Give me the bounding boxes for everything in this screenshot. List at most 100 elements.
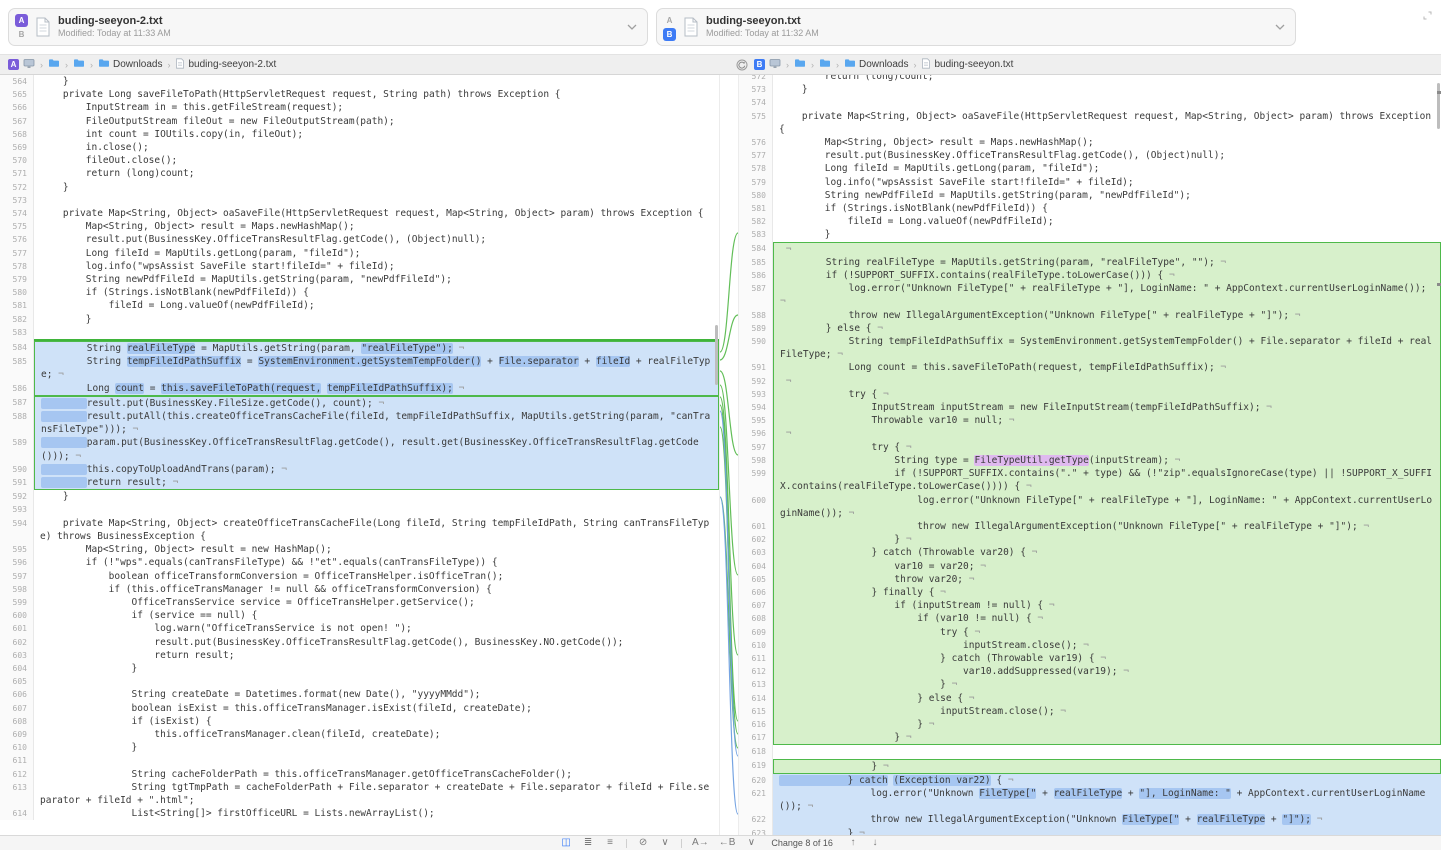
- newline-marker: ¬: [802, 801, 813, 812]
- code-line[interactable]: 601 throw new IllegalArgumentException("…: [739, 520, 1441, 533]
- code-line[interactable]: 593 try { ¬: [739, 388, 1441, 401]
- code-line[interactable]: 614 } else { ¬: [739, 692, 1441, 705]
- code-line[interactable]: 613 } ¬: [739, 678, 1441, 691]
- breadcrumb-item-folder[interactable]: [794, 58, 806, 71]
- computer-icon: [23, 58, 35, 72]
- expand-icon[interactable]: [1422, 8, 1433, 26]
- breadcrumb-item-computer[interactable]: [769, 58, 781, 72]
- code-line[interactable]: 598 String type = FileTypeUtil.getType(i…: [739, 454, 1441, 467]
- code-line[interactable]: 617 } ¬: [739, 731, 1441, 745]
- code-line[interactable]: 594 InputStream inputStream = new FileIn…: [739, 401, 1441, 414]
- previous-change-button[interactable]: ↑: [847, 838, 859, 848]
- chevron-down-icon[interactable]: [1275, 24, 1285, 30]
- code-text: result.putAll(this.createOfficeTransCach…: [34, 410, 719, 436]
- refresh-icon[interactable]: [736, 59, 748, 71]
- newline-marker: ¬: [1003, 415, 1014, 426]
- code-line[interactable]: 612 var10.addSuppressed(var19); ¬: [739, 665, 1441, 678]
- code-line[interactable]: 595 Throwable var10 = null; ¬: [739, 414, 1441, 427]
- code-line[interactable]: 589 param.put(BusinessKey.OfficeTransRes…: [0, 436, 719, 462]
- scrollbar-thumb[interactable]: [1437, 83, 1440, 129]
- code-line[interactable]: 590 String tempFileIdPathSuffix = System…: [739, 335, 1441, 361]
- breadcrumb-item-buding-seeyon-2-txt[interactable]: buding-seeyon-2.txt: [175, 58, 276, 72]
- code-text: ¬: [773, 427, 1441, 440]
- newline-marker: ¬: [167, 477, 178, 488]
- slot-a-badge[interactable]: A: [663, 14, 676, 27]
- line-number: 568: [0, 128, 34, 141]
- code-line[interactable]: 587 log.error("Unknown FileType[" + real…: [739, 282, 1441, 308]
- ignore-changes-icon[interactable]: ⊘: [637, 838, 649, 848]
- code-line[interactable]: 603 } catch (Throwable var20) { ¬: [739, 546, 1441, 559]
- breadcrumb-label: Downloads: [859, 59, 908, 70]
- changed-token-highlight: [41, 437, 87, 448]
- code-line[interactable]: 604 var10 = var20; ¬: [739, 560, 1441, 573]
- code-text: String cacheFolderPath = this.officeTran…: [34, 768, 719, 781]
- breadcrumb-item-folder[interactable]: [819, 58, 831, 71]
- unified-view-icon[interactable]: ≡: [604, 838, 616, 848]
- code-line: 573: [0, 194, 719, 207]
- merge-options-chevron-icon[interactable]: ∨: [745, 838, 757, 848]
- newline-marker: ¬: [923, 719, 934, 730]
- next-change-button[interactable]: ↓: [869, 838, 881, 848]
- code-line[interactable]: 605 throw var20; ¬: [739, 573, 1441, 586]
- code-line[interactable]: 607 if (inputStream != null) { ¬: [739, 599, 1441, 612]
- code-line[interactable]: 589 } else { ¬: [739, 322, 1441, 335]
- code-line[interactable]: 592 ¬: [739, 375, 1441, 388]
- breadcrumb-item-folder[interactable]: [48, 58, 60, 71]
- code-line[interactable]: 597 try { ¬: [739, 441, 1441, 454]
- code-line[interactable]: 586 if (!SUPPORT_SUFFIX.contains(realFil…: [739, 269, 1441, 282]
- code-line[interactable]: 619 } ¬: [739, 759, 1441, 774]
- code-line[interactable]: 620 } catch (Exception var22) { ¬: [739, 774, 1441, 787]
- slot-a-badge[interactable]: A: [15, 14, 28, 27]
- code-line[interactable]: 611 } catch (Throwable var19) { ¬: [739, 652, 1441, 665]
- code-line[interactable]: 585 String tempFileIdPathSuffix = System…: [0, 355, 719, 381]
- code-line[interactable]: 591 return result; ¬: [0, 476, 719, 490]
- code-line[interactable]: 609 try { ¬: [739, 626, 1441, 639]
- code-line[interactable]: 586 Long count = this.saveFileToPath(req…: [0, 382, 719, 396]
- code-line[interactable]: 610 inputStream.close(); ¬: [739, 639, 1441, 652]
- file-card-a[interactable]: A B buding-seeyon-2.txt Modified: Today …: [8, 8, 648, 46]
- line-number: 611: [0, 754, 34, 767]
- code-line: 593: [0, 503, 719, 516]
- breadcrumb-item-buding-seeyon-txt[interactable]: buding-seeyon.txt: [921, 58, 1013, 72]
- copy-a-to-b-icon[interactable]: A→: [692, 838, 709, 848]
- code-line[interactable]: 600 log.error("Unknown FileType[" + real…: [739, 494, 1441, 520]
- code-text: }: [34, 75, 719, 88]
- code-line[interactable]: 599 if (!SUPPORT_SUFFIX.contains("." + t…: [739, 467, 1441, 493]
- breadcrumb-item-downloads[interactable]: Downloads: [98, 58, 162, 71]
- code-line[interactable]: 590 this.copyToUploadAndTrans(param); ¬: [0, 463, 719, 476]
- code-text: log.info("wpsAssist SaveFile start!fileI…: [34, 260, 719, 273]
- code-line[interactable]: 585 String realFileType = MapUtils.getSt…: [739, 256, 1441, 269]
- code-line[interactable]: 588 result.putAll(this.createOfficeTrans…: [0, 410, 719, 436]
- code-line[interactable]: 608 if (var10 != null) { ¬: [739, 612, 1441, 625]
- fluid-view-icon[interactable]: ≣: [582, 838, 594, 848]
- blocks-view-icon[interactable]: ◫: [560, 838, 572, 848]
- scrollbar-thumb[interactable]: [715, 325, 718, 385]
- code-text: [773, 96, 1441, 109]
- code-line: 580 String newPdfFileId = MapUtils.getSt…: [739, 189, 1441, 202]
- code-line[interactable]: 623 } ¬: [739, 827, 1441, 835]
- code-line[interactable]: 602 } ¬: [739, 533, 1441, 546]
- breadcrumb-item-computer[interactable]: [23, 58, 35, 72]
- chevron-down-icon[interactable]: [627, 24, 637, 30]
- changed-token-highlight: "], LoginName: ": [1139, 788, 1231, 799]
- code-line[interactable]: 584 ¬: [739, 242, 1441, 256]
- code-text: Long count = this.saveFileToPath(request…: [773, 361, 1441, 374]
- breadcrumb-item-folder[interactable]: [73, 58, 85, 71]
- code-text: this.copyToUploadAndTrans(param); ¬: [34, 463, 719, 476]
- breadcrumb-item-downloads[interactable]: Downloads: [844, 58, 908, 71]
- slot-b-badge[interactable]: B: [663, 28, 676, 41]
- code-line[interactable]: 622 throw new IllegalArgumentException("…: [739, 813, 1441, 826]
- code-line[interactable]: 588 throw new IllegalArgumentException("…: [739, 309, 1441, 322]
- view-options-chevron-icon[interactable]: ∨: [659, 838, 671, 848]
- code-line[interactable]: 591 Long count = this.saveFileToPath(req…: [739, 361, 1441, 374]
- code-line[interactable]: 606 } finally { ¬: [739, 586, 1441, 599]
- code-line[interactable]: 587 result.put(BusinessKey.FileSize.getC…: [0, 396, 719, 410]
- slot-b-badge[interactable]: B: [15, 28, 28, 41]
- code-line[interactable]: 616 } ¬: [739, 718, 1441, 731]
- code-line[interactable]: 621 log.error("Unknown FileType[" + real…: [739, 787, 1441, 813]
- code-line[interactable]: 615 inputStream.close(); ¬: [739, 705, 1441, 718]
- file-card-b[interactable]: A B buding-seeyon.txt Modified: Today at…: [656, 8, 1296, 46]
- code-line[interactable]: 584 String realFileType = MapUtils.getSt…: [0, 341, 719, 355]
- file-meta: buding-seeyon-2.txt Modified: Today at 1…: [58, 15, 171, 40]
- code-line[interactable]: 596 ¬: [739, 427, 1441, 440]
